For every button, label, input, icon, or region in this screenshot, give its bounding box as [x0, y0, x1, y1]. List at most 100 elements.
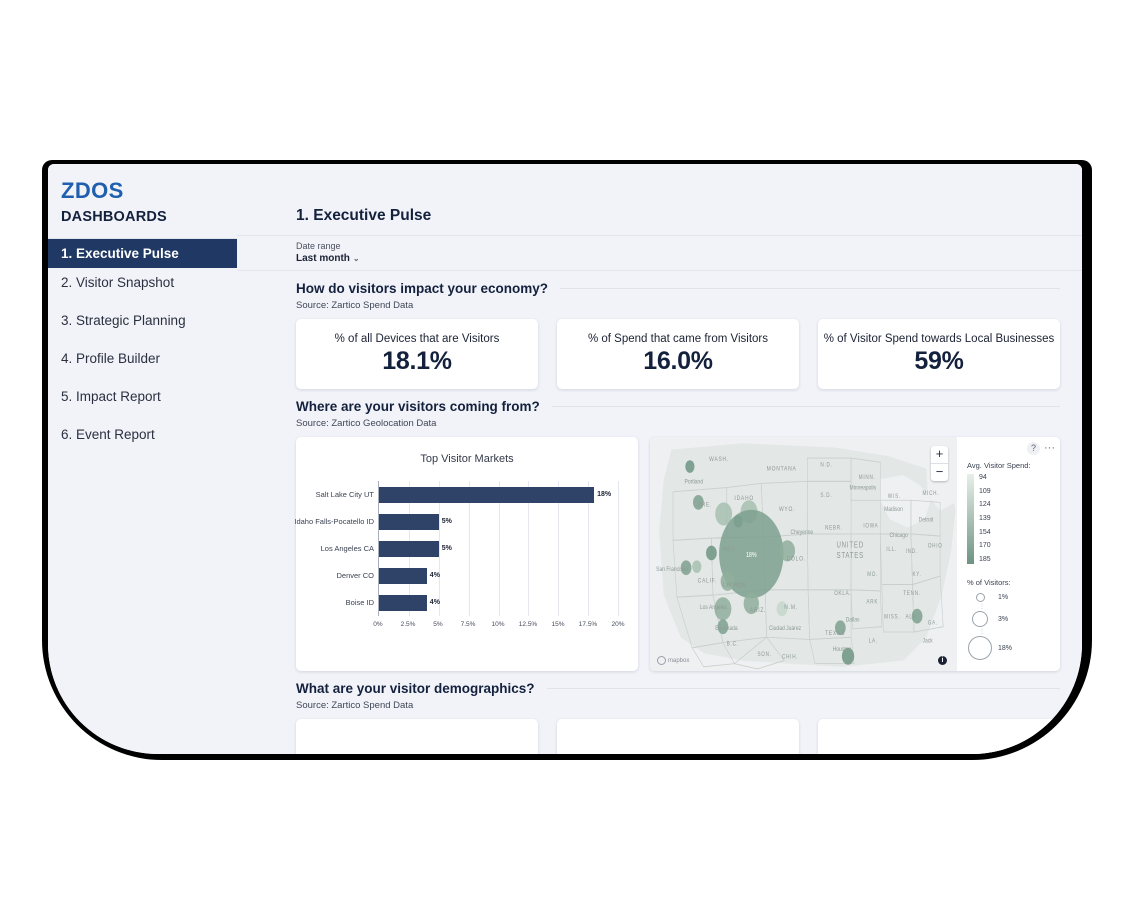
map-label: NEBR.: [825, 525, 843, 532]
map-label: San Francisco: [656, 566, 688, 573]
sidebar-item-label: 6. Event Report: [61, 427, 155, 442]
bubble-legend-row: 3%: [967, 611, 1060, 627]
bar-row[interactable]: Salt Lake City UT 18%: [316, 486, 618, 503]
sidebar-item-2[interactable]: 2. Visitor Snapshot: [48, 268, 237, 297]
map-bubble[interactable]: [706, 545, 717, 561]
map-bubble[interactable]: [685, 460, 695, 473]
date-range-select[interactable]: Last month ⌄: [296, 252, 1082, 265]
bar[interactable]: [379, 513, 439, 530]
mapbox-logo-icon: [657, 656, 666, 665]
more-options-icon[interactable]: ···: [1044, 443, 1055, 454]
x-axis: 0% 2.5% 5% 7.5% 10% 12.5% 15% 17.5% 20%: [373, 618, 624, 632]
map-attribution[interactable]: mapbox: [657, 656, 689, 665]
sidebar-item-6[interactable]: 6. Event Report: [48, 420, 237, 449]
section-economy: How do visitors impact your economy? Sou…: [237, 271, 1082, 389]
toolbar: Date range Last month ⌄: [237, 235, 1082, 271]
bar-row[interactable]: Boise ID 4%: [346, 594, 618, 611]
kpi-label: % of Visitor Spend towards Local Busines…: [823, 332, 1055, 345]
sidebar-item-label: 4. Profile Builder: [61, 351, 161, 366]
map-label: OHIO: [928, 543, 943, 550]
section-economy-source: Source: Zartico Spend Data: [296, 300, 414, 311]
bubble-legend-swatch-wrap: [967, 611, 993, 627]
spend-legend-value: 139: [979, 514, 991, 522]
map-label: MINN.: [859, 475, 876, 482]
bar-row[interactable]: Los Angeles CA 5%: [321, 540, 618, 557]
bubble-legend-connector: ⋮: [979, 604, 985, 610]
bar[interactable]: [379, 486, 595, 503]
demographics-card: [818, 719, 1060, 754]
x-axis-tick-label: 5%: [433, 621, 443, 628]
sidebar-item-1[interactable]: 1. Executive Pulse: [48, 239, 237, 268]
visitors-legend-title: % of Visitors:: [967, 578, 1011, 587]
bar[interactable]: [379, 540, 439, 557]
map-label: ARK: [866, 599, 878, 606]
sidebar-item-label: 5. Impact Report: [61, 389, 161, 404]
spend-legend-value: 170: [979, 542, 991, 550]
map-label: IND.: [906, 548, 918, 555]
map-label: ALA.: [906, 614, 919, 621]
map-bubble[interactable]: [692, 560, 702, 573]
sidebar-item-3[interactable]: 3. Strategic Planning: [48, 306, 237, 335]
bar-row[interactable]: Denver CO 4%: [336, 567, 618, 584]
sidebar-item-4[interactable]: 4. Profile Builder: [48, 344, 237, 373]
sidebar-heading: DASHBOARDS: [61, 209, 167, 225]
bar[interactable]: [379, 594, 427, 611]
map-label: ARIZ.: [750, 607, 767, 614]
bubble-legend-label: 18%: [998, 644, 1013, 652]
map-info-icon[interactable]: i: [938, 656, 947, 665]
map-label: N.M.: [784, 604, 798, 611]
spend-legend: 94 109 124 139 154 170 185: [967, 474, 1060, 564]
zoom-out-button[interactable]: −: [931, 463, 948, 481]
panel-actions: ? ···: [1027, 442, 1055, 455]
sidebar-item-label: 3. Strategic Planning: [61, 313, 186, 328]
screenshot-stage: ZDOS DASHBOARDS 1. Executive Pulse 2. Vis…: [0, 0, 1142, 914]
map-label: Madison: [884, 506, 903, 513]
section-rule: [551, 406, 1060, 407]
bar-value-label: 4%: [429, 599, 440, 606]
section-origin: Where are your visitors coming from? Sou…: [237, 389, 1082, 671]
map-bubble-value-label: 18%: [746, 551, 757, 559]
map-label: STATES: [837, 550, 865, 560]
sidebar-item-label: 2. Visitor Snapshot: [61, 275, 175, 290]
kpi-card-row: % of all Devices that are Visitors 18.1%%…: [296, 319, 1082, 389]
map-label: WYO.: [779, 506, 795, 513]
chevron-down-icon: ⌄: [352, 254, 360, 263]
bar[interactable]: [379, 567, 427, 584]
bar-value-label: 4%: [429, 572, 440, 579]
map-label: Cheyenne: [790, 529, 813, 536]
map-label: Detroit: [919, 517, 934, 524]
map-label: Dallas: [846, 617, 860, 624]
bar-row[interactable]: Idaho Falls-Pocatello ID 5%: [294, 513, 618, 530]
section-economy-header: How do visitors impact your economy?: [296, 281, 1082, 296]
bar-value-label: 18%: [597, 491, 612, 498]
map-canvas[interactable]: WASH. MONTANA N.D. MINN. Portland Minneapolis…: [650, 437, 957, 671]
x-axis-tick-label: 12.5%: [518, 621, 538, 628]
section-demographics: What are your visitor demographics? Sour…: [237, 671, 1082, 754]
x-axis-tick-label: 7.5%: [460, 621, 476, 628]
map-data-overlay: WASH. MONTANA N.D. MINN. Portland Minneapolis…: [656, 457, 943, 665]
sidebar-item-label: 1. Executive Pulse: [61, 246, 179, 261]
bar-value-label: 5%: [441, 518, 452, 525]
map-label: SON.: [757, 652, 771, 659]
spend-legend-value: 154: [979, 528, 991, 536]
section-origin-title: Where are your visitors coming from?: [296, 399, 540, 414]
section-rule: [560, 288, 1060, 289]
sidebar-item-5[interactable]: 5. Impact Report: [48, 382, 237, 411]
kpi-value: 59%: [914, 346, 964, 375]
map-label: ILL.: [886, 546, 897, 553]
map-label: CALIF.: [698, 578, 718, 585]
spend-gradient-labels: 94 109 124 139 154 170 185: [979, 474, 991, 564]
zoom-in-button[interactable]: +: [931, 446, 948, 463]
map-label: Chicago: [889, 533, 908, 540]
help-icon[interactable]: ?: [1027, 442, 1040, 455]
spend-legend-value: 109: [979, 487, 991, 495]
map-attribution-label: mapbox: [668, 657, 690, 664]
section-demographics-title: What are your visitor demographics?: [296, 681, 535, 696]
section-demographics-source: Source: Zartico Spend Data: [296, 700, 414, 711]
map-label: NEV.: [723, 546, 737, 553]
map-zoom-controls[interactable]: + −: [931, 446, 948, 481]
section-origin-source: Source: Zartico Geolocation Data: [296, 418, 437, 429]
